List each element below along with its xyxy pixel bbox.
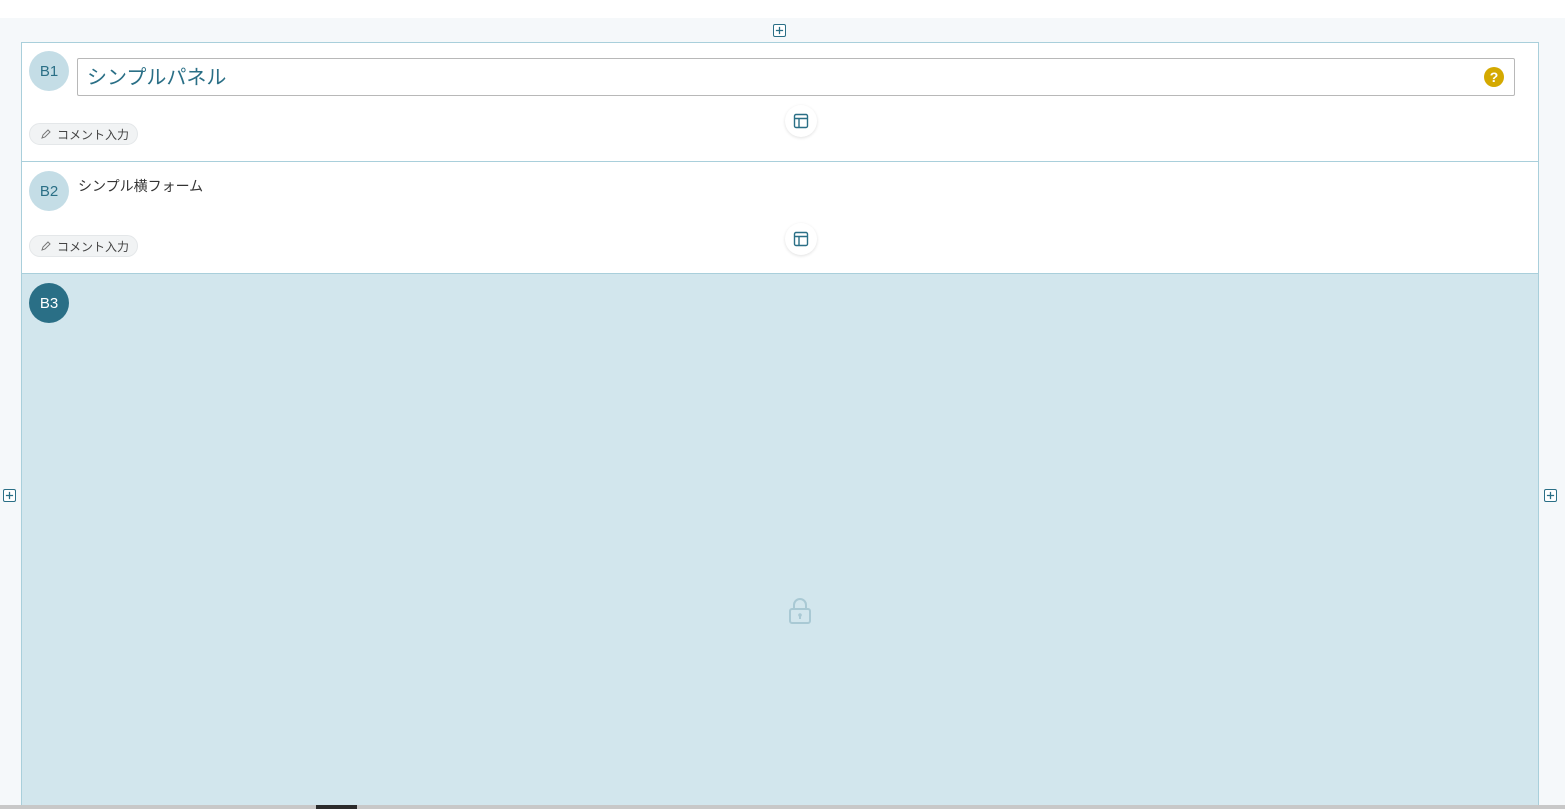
question-circle-icon[interactable]: ? [1484,67,1504,87]
pencil-icon [41,241,51,251]
comment-input-button[interactable]: コメント入力 [29,235,139,257]
add-block-right-button[interactable] [1544,489,1557,502]
layout-icon [793,113,809,129]
comment-input-label: コメント入力 [57,127,130,142]
block-b3[interactable]: B3 [22,274,1538,809]
plus-icon [5,491,14,500]
scrollbar-thumb[interactable] [316,805,357,809]
block-id-badge[interactable]: B3 [29,283,69,323]
pencil-icon [41,129,51,139]
comment-input-label: コメント入力 [57,239,130,254]
block-id-badge[interactable]: B1 [29,51,69,91]
layout-icon [793,231,809,247]
block-b1[interactable]: B1 シンプルパネル ? コメント入力 [22,43,1538,162]
lock-icon [789,598,811,624]
block-id-badge[interactable]: B2 [29,171,69,211]
layout-toggle-button[interactable] [785,105,817,137]
horizontal-scrollbar[interactable] [0,805,1565,809]
block-b2[interactable]: B2 シンプル横フォーム コメント入力 [22,162,1538,274]
layout-toggle-button[interactable] [785,223,817,255]
form-title-label: シンプル横フォーム [78,179,204,195]
block-container: B1 シンプルパネル ? コメント入力 B2 シンプル横フォーム コメント入力 … [21,42,1539,809]
plus-icon [775,26,784,35]
add-block-top-button[interactable] [773,24,786,37]
comment-input-button[interactable]: コメント入力 [29,123,139,145]
add-block-left-button[interactable] [3,489,16,502]
panel-title-input[interactable]: シンプルパネル [77,58,1515,96]
plus-icon [1546,491,1555,500]
